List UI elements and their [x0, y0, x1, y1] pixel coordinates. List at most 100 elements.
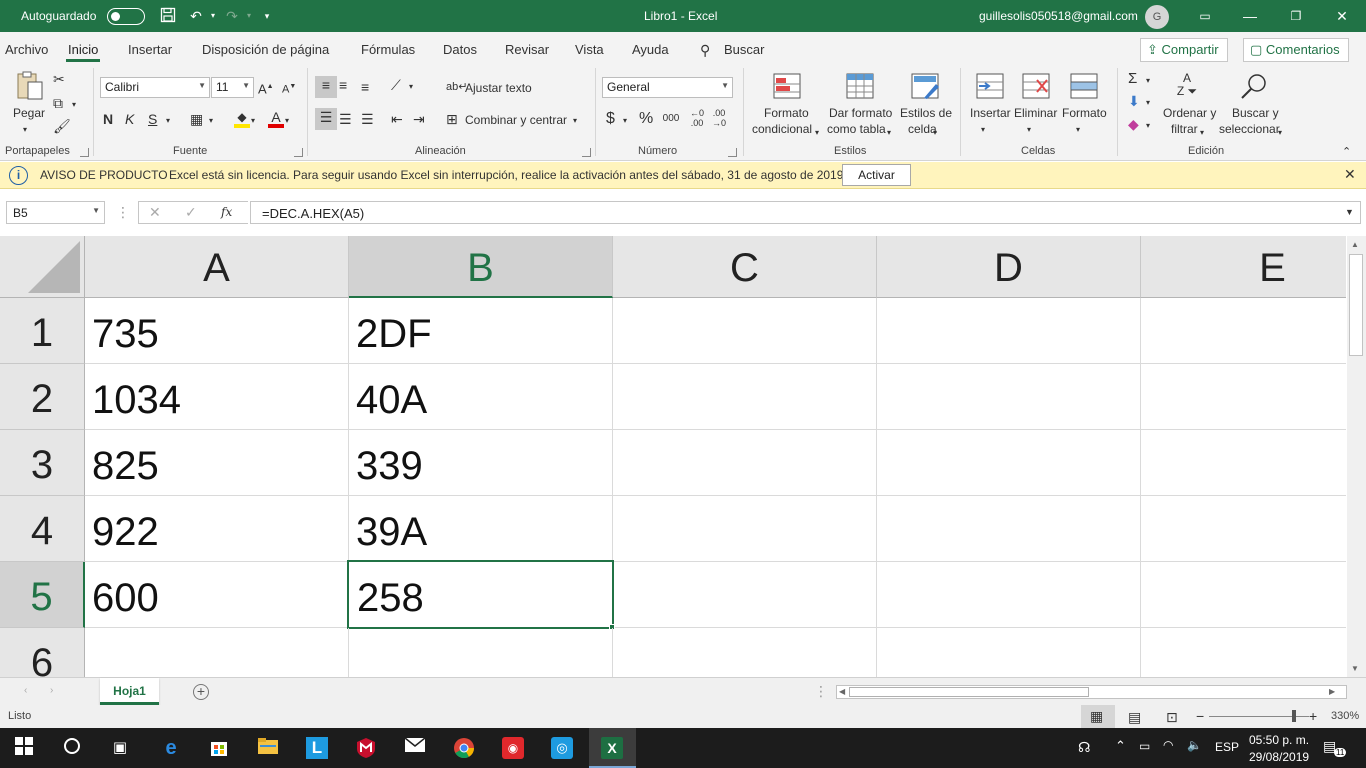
cell-c5[interactable] — [613, 562, 877, 628]
cell-b1[interactable]: 2DF — [349, 298, 613, 364]
cut-icon[interactable]: ✂ — [53, 70, 65, 88]
autosum-icon[interactable]: Σ — [1128, 70, 1137, 88]
input-language[interactable]: ESP — [1215, 740, 1239, 754]
tab-revisar[interactable]: Revisar — [505, 42, 549, 57]
merge-center-label[interactable]: Combinar y centrar — [465, 112, 567, 128]
scroll-left-icon[interactable]: ◀ — [839, 683, 845, 701]
windows-start-icon[interactable] — [13, 737, 35, 759]
delete-cells-label[interactable]: Eliminar — [1014, 105, 1057, 121]
underline-button[interactable]: S — [148, 110, 157, 128]
fill-color-icon[interactable]: ◆ — [234, 108, 250, 128]
decrease-indent-icon[interactable]: ⇤ — [391, 110, 403, 128]
bold-button[interactable]: N — [103, 110, 113, 128]
store-icon[interactable] — [208, 737, 230, 759]
format-as-table-label-2[interactable]: como tabla — [827, 121, 886, 137]
cell-a6[interactable] — [85, 628, 349, 677]
column-header-a[interactable]: A — [85, 236, 349, 298]
clear-dropdown-icon[interactable]: ▾ — [1146, 117, 1150, 135]
increase-font-icon[interactable]: A▲ — [258, 78, 274, 98]
column-header-c[interactable]: C — [613, 236, 877, 298]
percent-button[interactable]: % — [639, 110, 653, 128]
column-header-b[interactable]: B — [349, 236, 613, 298]
fill-dropdown-icon[interactable]: ▾ — [251, 112, 255, 130]
conditional-format-label-2[interactable]: condicional — [752, 121, 812, 137]
align-bottom-icon[interactable]: ≡ — [361, 78, 369, 96]
row-header-4[interactable]: 4 — [0, 496, 85, 562]
font-color-icon[interactable]: A — [268, 108, 284, 128]
cell-d1[interactable] — [877, 298, 1141, 364]
cell-b4[interactable]: 39A — [349, 496, 613, 562]
zoom-slider-thumb[interactable] — [1292, 710, 1296, 722]
font-size-select[interactable]: 11 ▼ — [211, 77, 254, 98]
conditional-dropdown-icon[interactable]: ▾ — [815, 124, 819, 142]
excel-icon[interactable]: X — [601, 737, 623, 759]
orientation-dropdown-icon[interactable]: ▾ — [409, 78, 413, 96]
cell-d2[interactable] — [877, 364, 1141, 430]
share-button[interactable]: ⇪ Compartir — [1140, 38, 1228, 62]
minimize-icon[interactable]: — — [1241, 7, 1259, 25]
cell-styles-label-1[interactable]: Estilos de — [900, 105, 952, 121]
format-cells-icon[interactable] — [1069, 72, 1099, 100]
autosave-toggle[interactable] — [107, 8, 145, 25]
decrease-decimal-icon[interactable]: .00 →0 — [712, 108, 726, 128]
cell-b5-selected[interactable]: 258 — [347, 560, 614, 629]
cell-a3[interactable]: 825 — [85, 430, 349, 496]
underline-dropdown-icon[interactable]: ▾ — [166, 112, 170, 130]
delete-cells-icon[interactable] — [1021, 72, 1051, 100]
expand-formula-icon[interactable]: ▼ — [1345, 203, 1354, 221]
insert-cells-icon[interactable] — [975, 72, 1005, 100]
media-app-icon[interactable]: ◉ — [502, 737, 524, 759]
clipboard-launcher-icon[interactable] — [80, 148, 89, 157]
tab-inicio[interactable]: Inicio — [65, 42, 101, 62]
show-hidden-icons[interactable]: ⌃ — [1115, 738, 1126, 754]
add-sheet-icon[interactable]: + — [193, 684, 209, 700]
zoom-in-icon[interactable]: + — [1309, 707, 1317, 725]
paste-dropdown-icon[interactable]: ▾ — [23, 121, 27, 139]
table-dropdown-icon[interactable]: ▾ — [887, 124, 891, 142]
decrease-font-icon[interactable]: A▼ — [282, 78, 296, 99]
sheet-tab-hoja1[interactable]: Hoja1 — [100, 678, 159, 705]
clock-time[interactable]: 05:50 p. m. — [1249, 733, 1309, 747]
tab-ayuda[interactable]: Ayuda — [632, 42, 669, 57]
delete-dropdown-icon[interactable]: ▾ — [1027, 121, 1031, 139]
currency-button[interactable]: $ — [606, 110, 615, 128]
cell-d6[interactable] — [877, 628, 1141, 677]
cell-b2[interactable]: 40A — [349, 364, 613, 430]
select-all-corner[interactable] — [0, 236, 85, 298]
name-box[interactable]: B5 ▼ — [6, 201, 105, 224]
horizontal-scroll-thumb[interactable] — [849, 687, 1089, 697]
tab-insertar[interactable]: Insertar — [128, 42, 172, 57]
prev-sheet-icon[interactable]: ‹ — [24, 682, 27, 700]
insert-dropdown-icon[interactable]: ▾ — [981, 121, 985, 139]
zoom-level[interactable]: 330% — [1331, 710, 1359, 722]
tab-datos[interactable]: Datos — [443, 42, 477, 57]
cell-b3[interactable]: 339 — [349, 430, 613, 496]
copy-dropdown-icon[interactable]: ▾ — [72, 96, 76, 114]
cell-styles-dropdown-icon[interactable]: ▾ — [933, 124, 937, 142]
wrap-text-label[interactable]: Ajustar texto — [465, 80, 532, 96]
undo-dropdown-icon[interactable]: ▾ — [204, 7, 222, 25]
row-header-5[interactable]: 5 — [0, 562, 85, 628]
scroll-down-icon[interactable]: ▼ — [1351, 660, 1359, 678]
sort-dropdown-icon[interactable]: ▾ — [1200, 124, 1204, 142]
avatar[interactable]: G — [1145, 5, 1169, 29]
vertical-scrollbar[interactable]: ▲ ▼ — [1347, 236, 1366, 677]
zoom-out-icon[interactable]: − — [1196, 707, 1204, 725]
search-label[interactable]: Buscar — [724, 42, 764, 57]
borders-dropdown-icon[interactable]: ▾ — [209, 112, 213, 130]
font-launcher-icon[interactable] — [294, 148, 303, 157]
cell-e6[interactable] — [1141, 628, 1346, 677]
cell-c4[interactable] — [613, 496, 877, 562]
insert-function-icon[interactable]: fx — [221, 203, 232, 221]
row-header-3[interactable]: 3 — [0, 430, 85, 496]
cell-c6[interactable] — [613, 628, 877, 677]
launcher-l-icon[interactable]: L — [306, 737, 328, 759]
page-break-icon[interactable]: ⊡ — [1166, 708, 1178, 726]
align-middle-icon[interactable]: ≡ — [339, 76, 347, 94]
horizontal-scrollbar[interactable]: ◀ ▶ — [836, 685, 1347, 699]
cancel-icon[interactable]: ✕ — [149, 203, 161, 221]
borders-icon[interactable]: ▦ — [190, 110, 203, 128]
restore-icon[interactable]: ❐ — [1287, 7, 1305, 25]
paste-icon[interactable] — [14, 70, 46, 104]
cell-e2[interactable] — [1141, 364, 1346, 430]
